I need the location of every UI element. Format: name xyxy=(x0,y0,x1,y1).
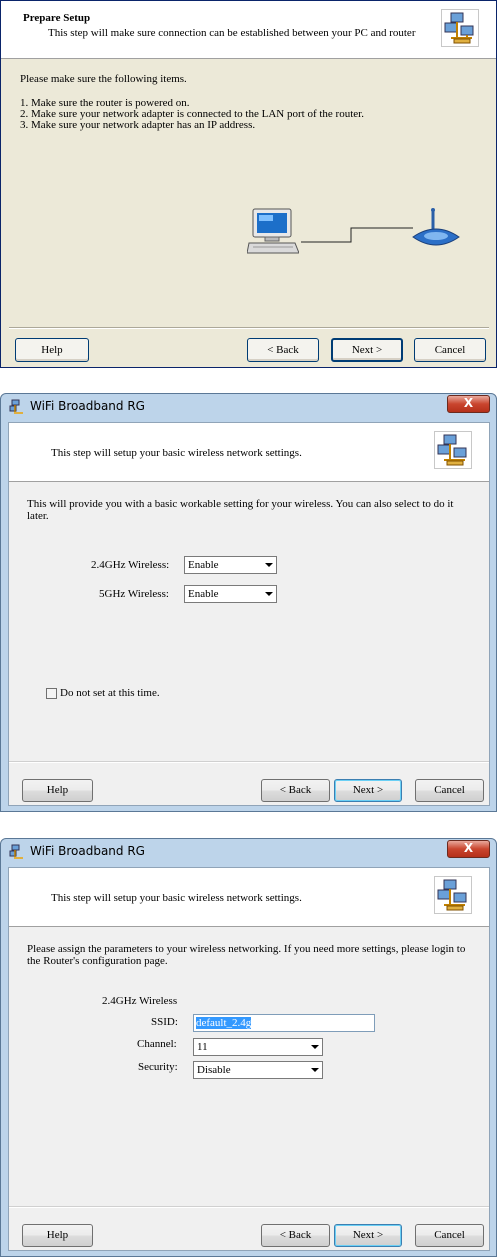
ssid-value: default_2.4g xyxy=(196,1017,252,1029)
back-button[interactable]: < Back xyxy=(261,1224,330,1247)
window-title: WiFi Broadband RG xyxy=(30,844,145,858)
app-icon xyxy=(9,844,25,860)
cancel-button[interactable]: Cancel xyxy=(414,338,486,362)
header-text: This step will setup your basic wireless… xyxy=(51,447,302,459)
section-label: 2.4GHz Wireless xyxy=(102,995,178,1007)
wizard-header: This step will setup your basic wireless… xyxy=(9,868,489,927)
ssid-label: SSID: xyxy=(151,1016,178,1028)
wizard-header: This step will setup your basic wireless… xyxy=(9,423,489,482)
next-button[interactable]: Next > xyxy=(334,779,402,802)
header-text: This step will setup your basic wireless… xyxy=(51,892,302,904)
wizard-client-area: This step will setup your basic wireless… xyxy=(8,422,490,806)
network-wizard-icon xyxy=(434,431,472,469)
button-separator xyxy=(9,327,489,329)
do-not-set-checkbox[interactable] xyxy=(46,688,57,699)
help-button[interactable]: Help xyxy=(15,338,89,362)
help-button[interactable]: Help xyxy=(22,779,93,802)
wireless-5-select[interactable]: Enable xyxy=(184,585,277,603)
chevron-down-icon xyxy=(311,1068,319,1072)
intro-text-cont: later. xyxy=(27,510,49,522)
wizard-header: Prepare Setup This step will make sure c… xyxy=(1,1,496,59)
wireless-5-label: 5GHz Wireless: xyxy=(99,588,169,600)
network-wizard-icon xyxy=(441,9,479,47)
checklist-item: 3. Make sure your network adapter has an… xyxy=(20,119,256,131)
wizard-client-area: This step will setup your basic wireless… xyxy=(8,867,490,1251)
close-button[interactable]: X xyxy=(447,395,490,413)
window-title: WiFi Broadband RG xyxy=(30,399,145,413)
router-icon xyxy=(411,207,461,253)
security-value: Disable xyxy=(197,1064,231,1076)
wireless-24-select[interactable]: Enable xyxy=(184,556,277,574)
chevron-down-icon xyxy=(311,1045,319,1049)
channel-select[interactable]: 11 xyxy=(193,1038,323,1056)
button-separator xyxy=(9,1206,489,1208)
computer-icon xyxy=(246,207,300,255)
header-title: Prepare Setup xyxy=(23,12,91,24)
prepare-setup-dialog: Prepare Setup This step will make sure c… xyxy=(0,0,497,368)
wireless-24-value: Enable xyxy=(188,559,219,571)
help-button[interactable]: Help xyxy=(22,1224,93,1247)
close-button[interactable]: X xyxy=(447,840,490,858)
do-not-set-label: Do not set at this time. xyxy=(60,687,160,699)
channel-value: 11 xyxy=(197,1041,208,1053)
network-cable xyxy=(301,227,413,243)
intro-text: Please assign the parameters to your wir… xyxy=(27,943,466,955)
intro-text: This will provide you with a basic worka… xyxy=(27,498,454,510)
security-label: Security: xyxy=(138,1061,178,1073)
channel-label: Channel: xyxy=(137,1038,177,1050)
wireless-params-window: WiFi Broadband RG X This step will setup… xyxy=(0,838,497,1257)
network-wizard-icon xyxy=(434,876,472,914)
header-subtitle: This step will make sure connection can … xyxy=(48,27,416,39)
app-icon xyxy=(9,399,25,415)
chevron-down-icon xyxy=(265,563,273,567)
chevron-down-icon xyxy=(265,592,273,596)
intro-text-cont: the Router's configuration page. xyxy=(27,955,168,967)
wireless-5-value: Enable xyxy=(188,588,219,600)
ssid-input[interactable]: default_2.4g xyxy=(193,1014,375,1032)
wireless-24-label: 2.4GHz Wireless: xyxy=(91,559,170,571)
wireless-enable-window: WiFi Broadband RG X This step will setup… xyxy=(0,393,497,812)
button-separator xyxy=(9,761,489,763)
security-select[interactable]: Disable xyxy=(193,1061,323,1079)
intro-text: Please make sure the following items. xyxy=(20,73,187,85)
back-button[interactable]: < Back xyxy=(247,338,319,362)
cancel-button[interactable]: Cancel xyxy=(415,1224,484,1247)
back-button[interactable]: < Back xyxy=(261,779,330,802)
cancel-button[interactable]: Cancel xyxy=(415,779,484,802)
next-button[interactable]: Next > xyxy=(331,338,403,362)
next-button[interactable]: Next > xyxy=(334,1224,402,1247)
